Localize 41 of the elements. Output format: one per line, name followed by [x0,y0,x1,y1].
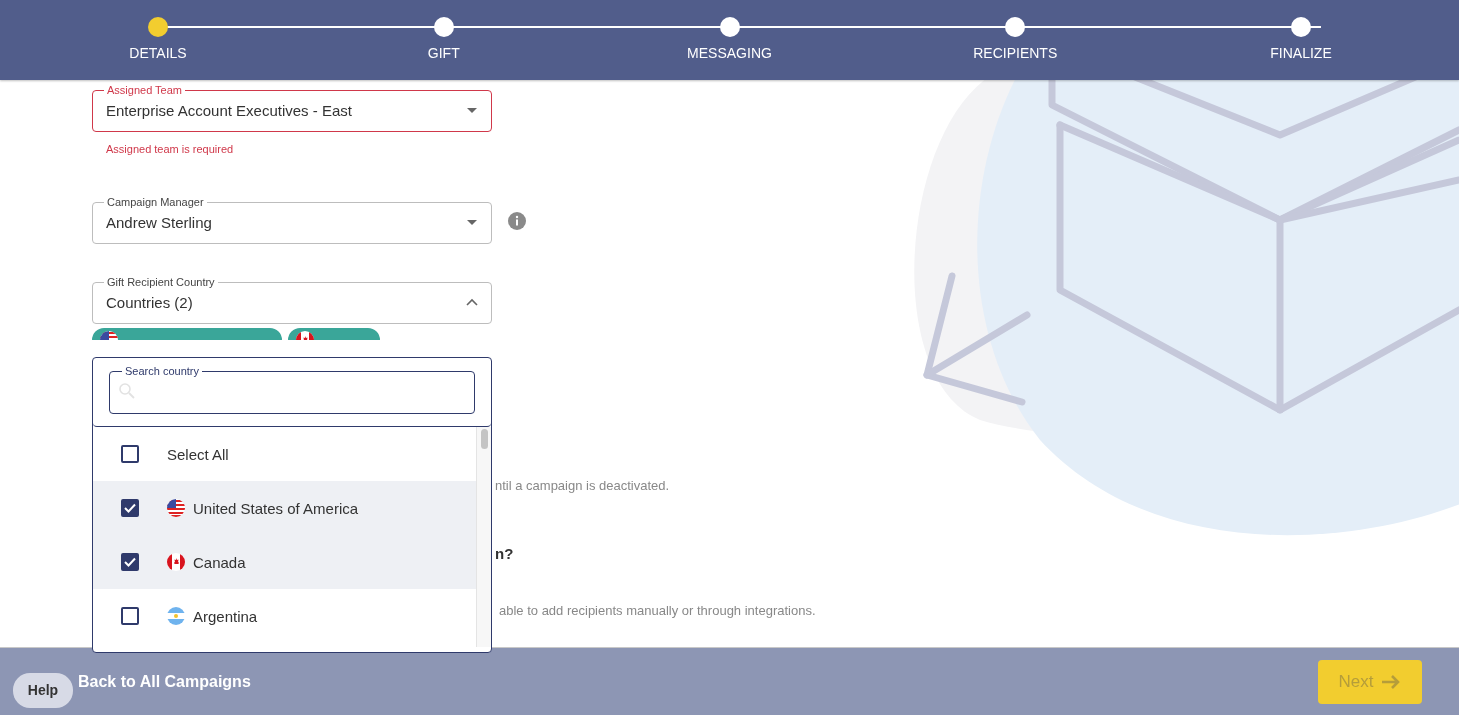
step-label[interactable]: DETAILS [129,45,187,61]
hint-text: ntil a campaign is deactivated. [495,478,670,493]
step-label[interactable]: FINALIZE [1270,45,1332,61]
info-icon[interactable] [508,211,526,230]
section-heading: n? [495,545,514,562]
search-icon [118,382,136,400]
option-label: United States of America [193,499,359,517]
select-field[interactable]: Gift Recipient Country Countries (2) [92,277,492,324]
step-label[interactable]: RECIPIENTS [973,45,1058,61]
country-option[interactable]: United States of America [93,481,476,535]
select-field[interactable]: Campaign Manager Andrew Sterling [92,197,492,244]
checkbox[interactable] [121,553,139,571]
step-label[interactable]: MESSAGING [687,45,772,61]
field-label: Gift Recipient Country [106,277,216,288]
flag-icon [167,607,185,625]
field-label: Assigned Team [106,85,183,96]
country-option[interactable]: Select All [93,427,476,481]
checkbox[interactable] [121,499,139,517]
country-option[interactable]: Argentina [93,589,476,643]
checkbox[interactable] [121,607,139,625]
flag-icon [167,553,185,571]
error-message: Assigned team is required [106,143,235,155]
search-field[interactable]: Search country [109,366,475,414]
step-label[interactable]: GIFT [427,45,460,61]
option-label: Select All [167,445,229,463]
country-option[interactable]: Canada [93,535,476,589]
checkbox[interactable] [121,445,139,463]
option-label: Argentina [193,607,258,625]
arrow-right-icon [1381,673,1402,690]
option-label: Canada [193,553,246,571]
scrollbar-thumb[interactable] [481,429,488,449]
scrollbar[interactable] [476,427,491,647]
field-label: Campaign Manager [106,197,205,208]
field-value: Countries (2) [106,293,194,311]
flag-icon [167,499,185,517]
select-field[interactable]: Assigned Team Enterprise Account Executives - East [92,85,492,132]
field-value: Enterprise Account Executives - East [106,101,353,119]
field-value: Andrew Sterling [106,213,213,231]
help-button[interactable]: Help [13,672,73,708]
field-label: Search country [124,366,200,377]
hint-text: able to add recipients manually or through integrations. [499,603,816,618]
